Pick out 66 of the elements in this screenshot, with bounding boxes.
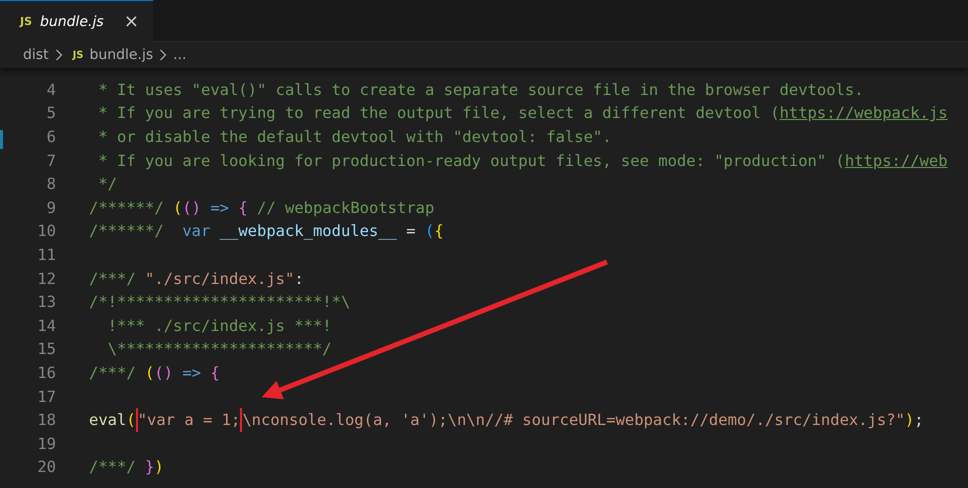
- line-number: 20: [37, 458, 56, 476]
- code-token: * If you are looking for production-ready output files, see mode: "production" (: [97, 152, 845, 170]
- breadcrumb-item[interactable]: dist: [23, 47, 49, 63]
- code-token: {: [434, 222, 444, 240]
- code-token: {: [238, 198, 248, 217]
- editor-tab[interactable]: JS bundle.js ×: [0, 0, 153, 42]
- code-token: {: [210, 364, 220, 382]
- code-token: (: [145, 364, 154, 382]
- code-token: =>: [181, 364, 202, 382]
- line-number: 9: [46, 198, 56, 217]
- line-number: 17: [37, 388, 56, 406]
- js-file-icon: JS: [20, 15, 32, 28]
- code-token: ;: [914, 411, 924, 430]
- line-number: 18: [37, 411, 56, 430]
- code-token: =>: [209, 198, 230, 217]
- code-token: /***/: [89, 270, 137, 288]
- code-token: (: [424, 222, 434, 240]
- js-file-icon: JS: [72, 50, 84, 60]
- code-token: =: [405, 222, 417, 240]
- code-link[interactable]: https://web: [844, 152, 948, 170]
- code-token: __webpack_modules__: [220, 222, 397, 240]
- code-token: (: [173, 198, 182, 217]
- line-number: 14: [37, 316, 56, 335]
- code-token: * If you are trying to read the output file, select a different devtool (: [97, 104, 780, 122]
- highlighted-code: "var a = 1;: [136, 408, 242, 432]
- code-token: /******/: [89, 198, 165, 217]
- line-number: 4: [46, 80, 56, 99]
- code-token: \**********************/: [106, 340, 332, 358]
- code-token: /***/: [89, 364, 137, 382]
- code-token: "./src/index.js": [145, 270, 294, 288]
- tab-label: bundle.js: [40, 14, 105, 30]
- chevron-icon: [159, 49, 168, 61]
- code-token: */: [97, 175, 117, 194]
- line-number: 15: [37, 340, 56, 358]
- breadcrumb-item[interactable]: ...: [173, 47, 187, 63]
- close-icon[interactable]: ×: [124, 12, 139, 30]
- code-token: * or disable the default devtool with "devtool: false".: [97, 128, 612, 146]
- code-token: ): [904, 411, 914, 430]
- code-token: \nconsole.log(a, 'a');\n\n//# sourceURL=webpack://demo/./src/index.js?": [242, 411, 905, 430]
- code-token: }: [145, 458, 154, 476]
- code-token: /***/: [89, 458, 137, 476]
- line-number: 10: [37, 222, 56, 240]
- line-number: 6: [46, 128, 56, 146]
- code-token: !*** ./src/index.js ***!: [106, 316, 332, 335]
- line-number: 19: [37, 434, 56, 453]
- code-token: :: [294, 270, 304, 288]
- line-number: 13: [37, 293, 56, 312]
- code-token: * It uses "eval()" calls to create a separate source file in the browser devtools.: [97, 80, 864, 99]
- line-number: 12: [37, 270, 56, 288]
- code-token: var: [182, 222, 212, 240]
- code-link[interactable]: https://webpack.js: [780, 104, 948, 122]
- code-token: (): [182, 198, 202, 217]
- code-token: // webpackBootstrap: [256, 198, 434, 217]
- code-token: ): [154, 458, 164, 476]
- code-token: (): [154, 364, 174, 382]
- line-number: 7: [46, 152, 56, 170]
- line-number: 11: [37, 246, 56, 264]
- code-token: /*!**********************!*\: [89, 293, 350, 312]
- code-token: /******/: [89, 222, 165, 240]
- breadcrumb-item[interactable]: bundle.js: [90, 47, 154, 63]
- line-number: 16: [37, 364, 56, 382]
- code-token: eval: [89, 411, 126, 430]
- code-token: (: [126, 411, 136, 430]
- line-number: 8: [46, 175, 56, 194]
- chevron-icon: [54, 49, 63, 61]
- line-number: 5: [46, 104, 56, 122]
